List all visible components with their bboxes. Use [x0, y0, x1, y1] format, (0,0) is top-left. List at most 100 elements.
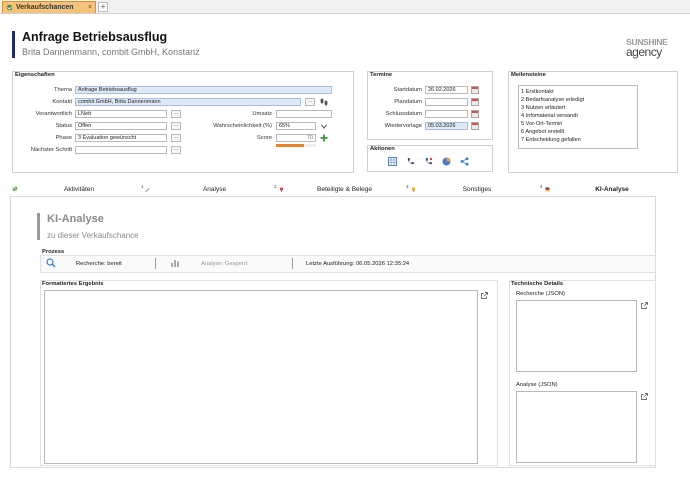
list-item[interactable]: 3 Nutzen erläutert	[521, 104, 635, 112]
analyse-json-textarea[interactable]	[516, 391, 637, 463]
aktionen-title: Aktionen	[370, 146, 395, 152]
score-bar-fill	[276, 144, 304, 147]
tab-aktivitaeten[interactable]: Aktivitäten	[20, 184, 138, 195]
close-tab-icon[interactable]: ×	[88, 4, 92, 11]
ki-subtitle: zu dieser Verkaufschance	[47, 231, 139, 240]
page-subtitle: Brita Dannenmann, combit GmbH, Konstanz	[22, 47, 200, 57]
pie-chart-icon[interactable]	[442, 157, 451, 166]
kontakt-field[interactable]: combit GmbH, Brita Dannenmann	[75, 98, 301, 106]
umsatz-field[interactable]	[276, 110, 332, 118]
naechster-schritt-select-button[interactable]: ...	[171, 146, 181, 154]
bar-chart-icon[interactable]	[170, 258, 180, 268]
schlussdatum-field[interactable]	[425, 110, 468, 118]
verantwortlich-select-button[interactable]: ...	[171, 110, 181, 118]
wahrscheinlichkeit-field[interactable]: 65%	[276, 122, 316, 130]
status-select-button[interactable]: ...	[171, 122, 181, 130]
score-bar-track	[276, 144, 316, 147]
tab-number: 2	[274, 184, 277, 189]
thema-field[interactable]: Anfrage Betriebsausflug	[75, 86, 332, 94]
status-label: Status	[55, 123, 72, 129]
eigenschaften-title: Eigenschaften	[15, 72, 55, 78]
footprints-icon[interactable]	[319, 97, 329, 107]
share-icon[interactable]	[460, 157, 469, 166]
tab-number: 4	[540, 184, 543, 189]
naechster-schritt-field[interactable]	[75, 146, 167, 154]
startdatum-field[interactable]: 26.02.2026	[425, 86, 468, 94]
plandatum-field[interactable]	[425, 98, 468, 106]
tab-number: 3	[406, 184, 409, 189]
meilensteine-title: Meilensteine	[511, 72, 546, 78]
analyse-json-label: Analyse (JSON)	[516, 382, 558, 388]
add-tab-button[interactable]: +	[98, 2, 108, 12]
flag-icon	[545, 187, 550, 192]
wiedervorlage-field[interactable]: 05.03.2026	[425, 122, 468, 130]
calendar-icon[interactable]	[471, 122, 479, 130]
external-link-icon[interactable]	[641, 302, 648, 309]
verantwortlich-label: Verantwortlich	[35, 111, 72, 117]
tab-analyse[interactable]: Analyse	[152, 184, 277, 195]
handshake-icon	[6, 4, 13, 11]
ki-title: KI-Analyse	[47, 213, 104, 225]
thema-label: Thema	[53, 87, 72, 93]
section-accent-bar	[37, 213, 40, 240]
score-field[interactable]: 70	[276, 134, 316, 142]
external-link-icon[interactable]	[641, 393, 648, 400]
plandatum-label: Plandatum	[394, 99, 422, 105]
title-accent-bar	[12, 31, 15, 58]
phone-icon[interactable]	[406, 157, 415, 166]
analyse-status: Analyse: Gesperrt	[201, 261, 248, 267]
technische-title: Technische Details	[511, 281, 564, 287]
chevron-down-icon[interactable]	[321, 124, 327, 129]
divider	[292, 258, 293, 269]
score-label: Score	[256, 135, 272, 141]
page-title: Anfrage Betriebsausflug	[22, 30, 168, 44]
company-logo: SUNSHINE agency	[624, 36, 676, 60]
tab-ki-analyse[interactable]: KI-Analyse	[553, 184, 671, 195]
list-item[interactable]: 7 Entscheidung gefallen	[521, 136, 635, 144]
list-item[interactable]: 1 Erstkontakt	[521, 88, 635, 96]
tab-sonstiges[interactable]: Sonstiges	[418, 184, 536, 195]
umsatz-label: Umsatz	[252, 111, 272, 117]
wahrscheinlichkeit-label: Wahrscheinlichkeit (%)	[213, 123, 272, 129]
ergebnis-textarea[interactable]	[44, 290, 478, 464]
table-icon[interactable]	[388, 157, 397, 166]
list-item[interactable]: 2 Bedarfsanalyse erledigt	[521, 96, 635, 104]
recherche-status: Recherche: bereit	[76, 261, 122, 267]
recherche-json-label: Recherche (JSON)	[516, 291, 565, 297]
list-item[interactable]: 6 Angebot erstellt	[521, 128, 635, 136]
calendar-icon[interactable]	[471, 86, 479, 94]
calendar-icon[interactable]	[471, 110, 479, 118]
schlussdatum-label: Schlussdatum	[385, 111, 422, 117]
pencil-icon	[145, 188, 150, 192]
phone-incoming-icon[interactable]	[424, 157, 433, 166]
logo-line2: agency	[626, 45, 662, 59]
tab-beteiligte-belege[interactable]: Beteiligte & Belege	[287, 184, 402, 195]
kontakt-label: Kontakt	[52, 99, 72, 105]
meilensteine-list[interactable]: 1 Erstkontakt 2 Bedarfsanalyse erledigt …	[518, 85, 638, 149]
status-field[interactable]: Offen	[75, 122, 167, 130]
phase-select-button[interactable]: ...	[171, 134, 181, 142]
external-link-icon[interactable]	[481, 292, 488, 299]
list-item[interactable]: 4 Infomaterial versandt	[521, 112, 635, 120]
list-item[interactable]: 5 Vor-Ort-Termin	[521, 120, 635, 128]
verantwortlich-field[interactable]: LNett	[75, 110, 167, 118]
startdatum-label: Startdatum	[393, 87, 422, 93]
phase-label: Phase	[55, 135, 72, 141]
recherche-json-textarea[interactable]	[516, 300, 637, 372]
kontakt-select-button[interactable]: ...	[305, 98, 315, 106]
plus-icon[interactable]	[320, 134, 328, 142]
pin-icon	[279, 187, 284, 192]
termine-title: Termine	[370, 72, 393, 78]
divider	[155, 258, 156, 269]
search-icon[interactable]	[46, 258, 56, 268]
phase-field[interactable]: 3 Evaluation gewünscht	[75, 134, 167, 142]
tab-number: 1	[141, 184, 144, 189]
wiedervorlage-label: Wiedervorlage	[384, 123, 422, 129]
calendar-icon[interactable]	[471, 98, 479, 106]
arrows-icon	[12, 186, 18, 192]
naechster-schritt-label: Nächster Schritt	[30, 147, 72, 153]
lightbulb-icon	[411, 187, 416, 192]
tab-label: Verkaufschancen	[16, 4, 74, 11]
tab-verkaufschancen[interactable]: Verkaufschancen ×	[2, 1, 96, 13]
ergebnis-title: Formatiertes Ergebnis	[42, 281, 104, 287]
